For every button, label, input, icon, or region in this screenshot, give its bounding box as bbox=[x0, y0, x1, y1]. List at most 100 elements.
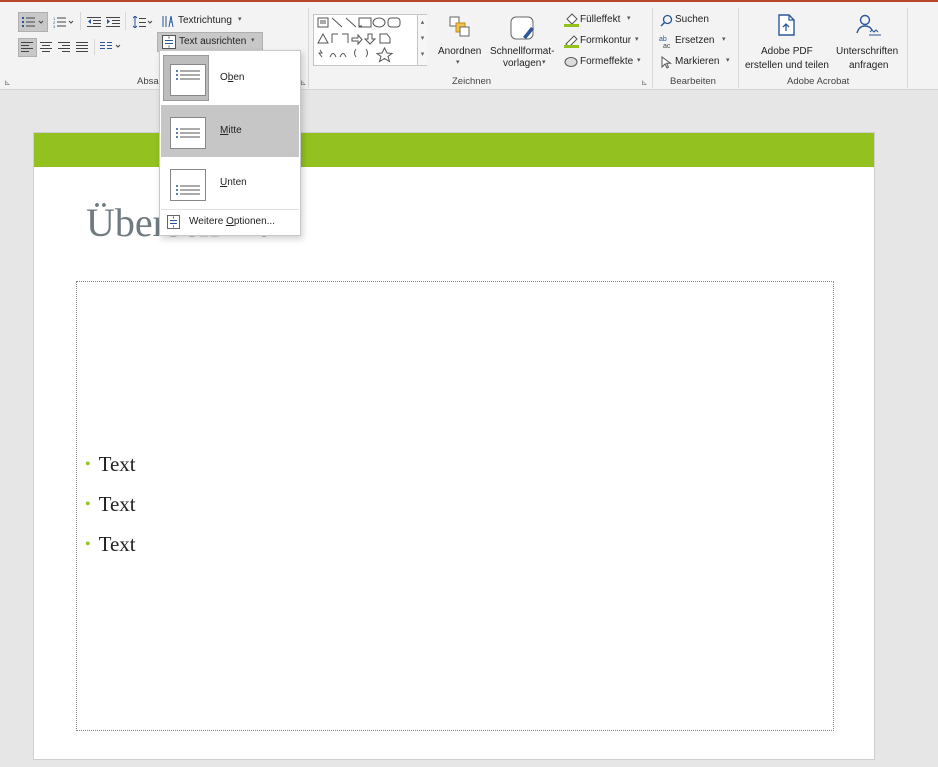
weitere-optionen-item[interactable]: Weitere Optionen... bbox=[161, 212, 299, 232]
chevron-down-icon: ▾ bbox=[251, 37, 255, 44]
formeffekte-label: Formeffekte bbox=[580, 56, 634, 67]
search-icon bbox=[660, 14, 673, 27]
formeffekte-button[interactable]: Formeffekte ▾ bbox=[561, 53, 651, 72]
shape-effects-icon bbox=[564, 57, 578, 67]
signature-icon bbox=[856, 14, 881, 36]
schnellformatvorlagen-label-2: vorlagen bbox=[503, 58, 542, 69]
bullet-text: Text bbox=[98, 532, 136, 556]
anordnen-button[interactable]: Anordnen ▾ bbox=[432, 12, 486, 76]
schnellformatvorlagen-button[interactable]: Schnellformat- vorlagen ▾ bbox=[486, 12, 560, 76]
unterschriften-label-1: Unterschriften bbox=[836, 46, 899, 57]
gallery-scroll-up[interactable]: ▴ bbox=[417, 15, 427, 31]
align-middle-icon bbox=[170, 117, 206, 149]
dialog-launcher-icon[interactable]: ⊾ bbox=[4, 78, 11, 87]
bullet-list-icon bbox=[22, 17, 44, 27]
svg-text:ac: ac bbox=[663, 43, 671, 49]
chevron-down-icon: ▾ bbox=[627, 15, 631, 22]
justify-button[interactable] bbox=[73, 38, 92, 57]
increase-indent-icon bbox=[106, 17, 120, 27]
markieren-label: Markieren bbox=[675, 56, 720, 67]
decrease-indent-icon bbox=[87, 17, 101, 27]
align-bottom-icon bbox=[170, 169, 206, 201]
dropdown-item-unten[interactable]: Unten bbox=[161, 157, 299, 209]
ribbon: 1 2 3 Textrichtung ▾ Text ausrichten ▾ ⊾… bbox=[0, 2, 938, 90]
adobe-acrobat-group-label: Adobe Acrobat bbox=[787, 76, 850, 87]
bearbeiten-group-label: Bearbeiten bbox=[670, 76, 716, 87]
fuelleffekt-label: Fülleffekt bbox=[580, 14, 621, 25]
ersetzen-button[interactable]: ab ac Ersetzen ▾ bbox=[657, 32, 729, 51]
unterschriften-label-2: anfragen bbox=[849, 60, 889, 71]
bullet-item[interactable]: • Text bbox=[85, 492, 136, 517]
suchen-button[interactable]: Suchen bbox=[657, 11, 729, 30]
shapes-icon bbox=[317, 17, 401, 63]
align-center-button[interactable] bbox=[37, 38, 56, 57]
dropdown-item-oben[interactable]: Oben bbox=[161, 52, 299, 104]
align-left-button[interactable] bbox=[18, 38, 37, 57]
numbered-list-icon: 1 2 3 bbox=[53, 16, 74, 28]
bullet-dot-icon: • bbox=[85, 456, 91, 473]
textrichtung-label: Textrichtung bbox=[178, 15, 232, 26]
formkontur-button[interactable]: Formkontur ▾ bbox=[561, 32, 651, 51]
adobe-pdf-label-1: Adobe PDF bbox=[761, 46, 813, 57]
text-ausrichten-button[interactable]: Text ausrichten ▾ bbox=[157, 32, 263, 52]
dropdown-item-label: Unten bbox=[220, 177, 247, 188]
dropdown-divider bbox=[161, 209, 299, 210]
cursor-arrow-icon bbox=[661, 56, 673, 69]
weitere-optionen-label: Weitere Optionen... bbox=[189, 216, 275, 227]
increase-indent-button[interactable] bbox=[103, 12, 123, 32]
adobe-pdf-button[interactable]: Adobe PDF erstellen und teilen bbox=[742, 10, 830, 76]
text-ausrichten-label: Text ausrichten bbox=[179, 36, 247, 47]
gallery-more[interactable]: ▾ bbox=[417, 47, 427, 65]
dropdown-item-mitte[interactable]: Mitte bbox=[161, 105, 299, 157]
create-pdf-icon bbox=[778, 14, 795, 36]
line-spacing-button[interactable] bbox=[130, 12, 156, 32]
line-spacing-icon bbox=[133, 16, 153, 28]
align-left-icon bbox=[21, 42, 33, 52]
bullet-item[interactable]: • Text bbox=[85, 532, 136, 557]
content-placeholder[interactable]: • Text • Text • Text bbox=[76, 281, 834, 731]
quick-styles-icon bbox=[510, 16, 534, 40]
chevron-down-icon: ▾ bbox=[722, 36, 726, 43]
fuelleffekt-button[interactable]: Fülleffekt ▾ bbox=[561, 11, 651, 30]
shape-gallery[interactable]: ▴ ▾ ▾ bbox=[313, 14, 427, 66]
dropdown-item-label: Mitte bbox=[220, 125, 242, 136]
bullet-dot-icon: • bbox=[85, 536, 91, 553]
absatz-group-label: Absa bbox=[137, 76, 159, 87]
columns-button[interactable] bbox=[97, 38, 127, 57]
text-direction-icon bbox=[162, 15, 174, 28]
more-options-icon bbox=[167, 215, 180, 229]
text-align-dropdown: Oben Mitte Unten Weitere Optionen... bbox=[159, 50, 301, 236]
bullet-dot-icon: • bbox=[85, 496, 91, 513]
arrange-icon bbox=[449, 16, 470, 37]
align-right-button[interactable] bbox=[55, 38, 74, 57]
gallery-scroll-down[interactable]: ▾ bbox=[417, 31, 427, 47]
dialog-launcher-icon[interactable]: ⊾ bbox=[300, 78, 307, 87]
align-center-icon bbox=[40, 42, 52, 52]
replace-icon: ab ac bbox=[659, 36, 671, 49]
markieren-button[interactable]: Markieren ▾ bbox=[657, 53, 735, 72]
chevron-down-icon: ▾ bbox=[726, 57, 730, 64]
bullets-button[interactable] bbox=[18, 12, 48, 32]
justify-icon bbox=[76, 42, 88, 52]
chevron-down-icon: ▾ bbox=[456, 59, 460, 66]
align-top-icon bbox=[170, 64, 206, 96]
dialog-launcher-icon[interactable]: ⊾ bbox=[641, 78, 648, 87]
adobe-pdf-label-2: erstellen und teilen bbox=[745, 60, 829, 71]
svg-text:3: 3 bbox=[53, 24, 56, 28]
chevron-down-icon: ▾ bbox=[542, 59, 546, 66]
ersetzen-label: Ersetzen bbox=[675, 35, 715, 46]
align-right-icon bbox=[58, 42, 70, 52]
suchen-label: Suchen bbox=[675, 14, 709, 25]
shape-outline-icon bbox=[564, 35, 579, 48]
bullet-text: Text bbox=[98, 452, 136, 476]
unterschriften-button[interactable]: Unterschriften anfragen bbox=[832, 10, 906, 76]
textrichtung-button[interactable]: Textrichtung ▾ bbox=[158, 11, 252, 31]
svg-text:ab: ab bbox=[659, 36, 667, 43]
zeichnen-group-label: Zeichnen bbox=[452, 76, 492, 87]
bullet-item[interactable]: • Text bbox=[85, 452, 136, 477]
numbering-button[interactable]: 1 2 3 bbox=[50, 12, 78, 32]
paint-bucket-icon bbox=[564, 13, 579, 27]
decrease-indent-button[interactable] bbox=[84, 12, 104, 32]
chevron-down-icon: ▾ bbox=[238, 16, 242, 23]
anordnen-label: Anordnen bbox=[438, 46, 482, 57]
